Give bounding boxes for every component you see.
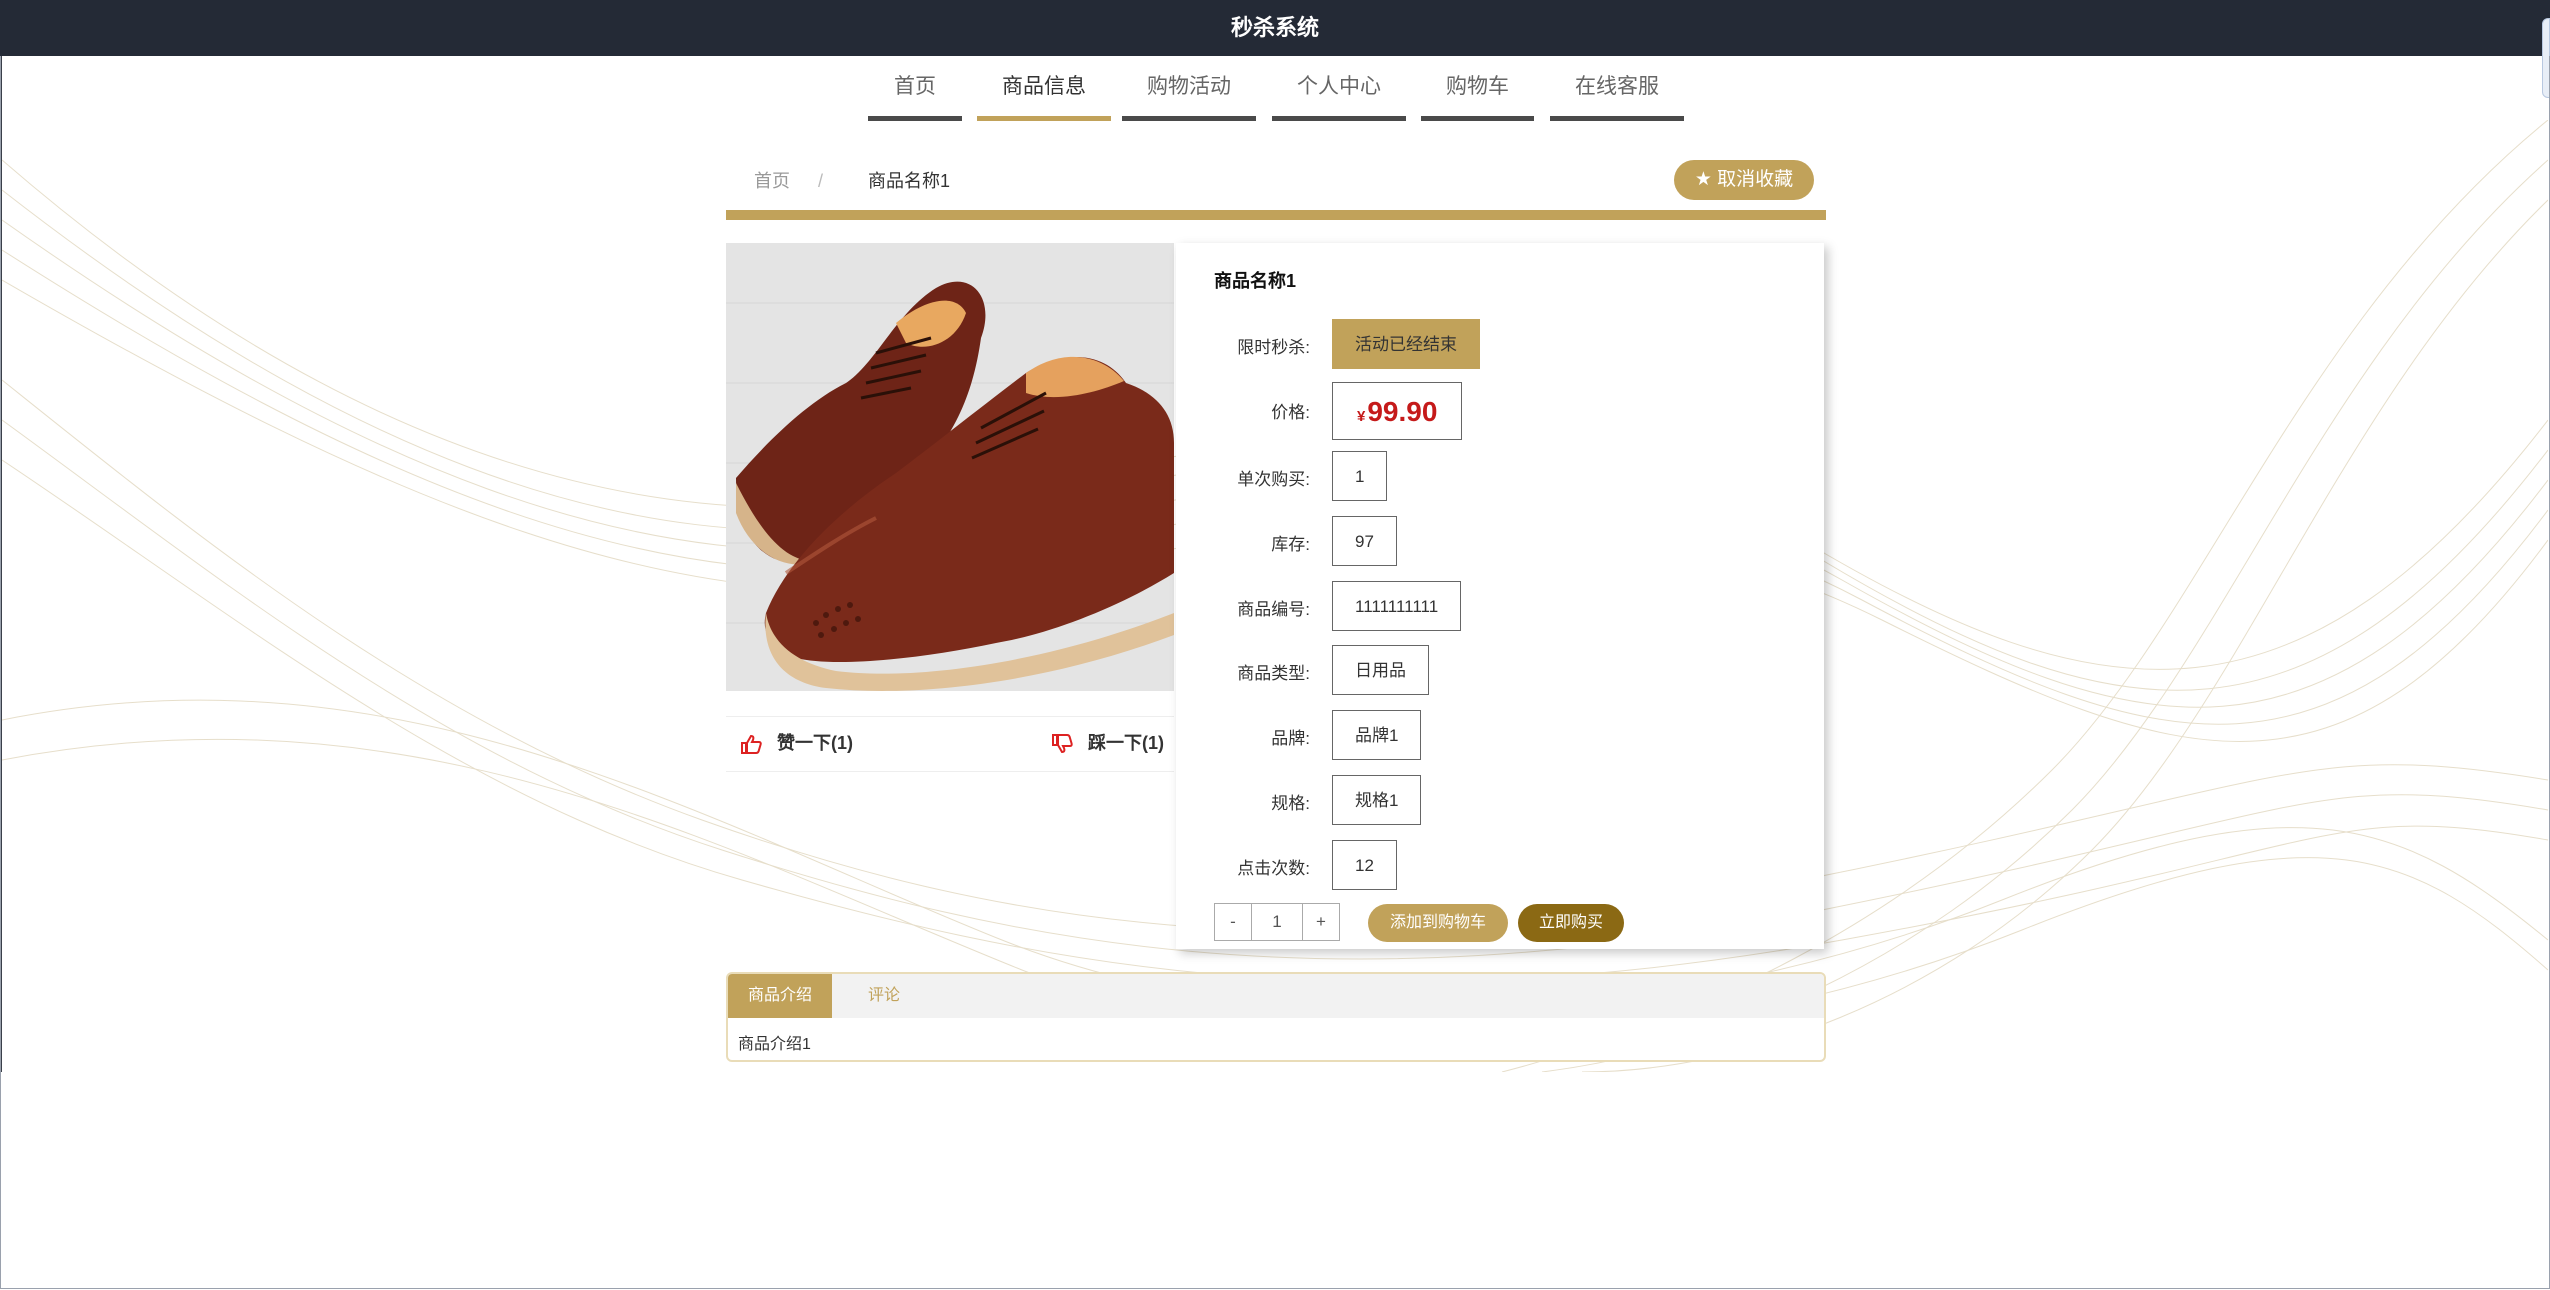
app-title: 秒杀系统	[1230, 15, 1319, 40]
nav-item-activities[interactable]: 购物活动	[1122, 62, 1256, 121]
brand-label: 品牌:	[1271, 729, 1310, 748]
tab-comments[interactable]: 评论	[832, 974, 936, 1018]
product-code-value: 1111111111	[1332, 581, 1462, 631]
breadcrumb-current: 商品名称1	[868, 171, 951, 191]
brand-value: 品牌1	[1332, 710, 1422, 760]
star-icon: ★	[1694, 169, 1712, 190]
price-value-box: ¥99.90	[1332, 382, 1463, 440]
quantity-increase-button[interactable]: +	[1303, 904, 1339, 940]
quantity-decrease-button[interactable]: -	[1215, 904, 1251, 940]
product-code-label: 商品编号:	[1237, 600, 1310, 619]
quantity-input[interactable]: 1	[1251, 904, 1303, 940]
nav-item-support[interactable]: 在线客服	[1550, 62, 1684, 121]
product-name: 商品名称1	[1214, 271, 1297, 291]
quantity-stepper: - 1 +	[1214, 903, 1340, 941]
nav-item-cart[interactable]: 购物车	[1421, 62, 1534, 121]
thumbs-up-icon	[741, 735, 762, 755]
product-type-label: 商品类型:	[1237, 664, 1310, 683]
thumbs-down-icon	[1052, 734, 1073, 754]
product-type-value: 日用品	[1332, 645, 1429, 695]
add-to-cart-button[interactable]: 添加到购物车	[1368, 904, 1508, 942]
vote-row: 赞一下(1) 踩一下(1)	[726, 716, 1174, 772]
dislike-button[interactable]: 踩一下(1)	[1051, 727, 1164, 759]
dislike-label: 踩一下(1)	[1088, 733, 1165, 753]
page-bottom-area	[0, 1072, 2550, 1290]
nav-item-profile[interactable]: 个人中心	[1272, 62, 1406, 121]
flash-sale-label: 限时秒杀:	[1237, 338, 1310, 357]
buy-now-button[interactable]: 立即购买	[1518, 904, 1624, 942]
main-nav: 首页 商品信息 购物活动 个人中心 购物车 在线客服	[0, 62, 2550, 121]
like-label: 赞一下(1)	[777, 733, 854, 753]
price-value: 99.90	[1367, 396, 1438, 427]
product-image	[726, 243, 1174, 691]
stock-label: 库存:	[1271, 535, 1310, 554]
unfavorite-button[interactable]: ★ 取消收藏	[1674, 160, 1814, 200]
breadcrumb-home[interactable]: 首页	[754, 162, 790, 200]
spec-value: 规格1	[1332, 775, 1422, 825]
unfavorite-label: 取消收藏	[1717, 169, 1794, 190]
price-label: 价格:	[1271, 403, 1310, 422]
currency-symbol: ¥	[1357, 408, 1366, 425]
nav-item-home[interactable]: 首页	[868, 62, 962, 121]
single-purchase-label: 单次购买:	[1237, 470, 1310, 489]
click-count-value: 12	[1332, 840, 1397, 890]
stock-value: 97	[1332, 516, 1397, 566]
frame-left-border	[0, 56, 2, 1074]
product-info-panel: 商品名称1 限时秒杀: 活动已经结束 价格: ¥99.90 单次购买: 1 库存…	[1176, 243, 1824, 949]
nav-item-products[interactable]: 商品信息	[977, 62, 1111, 121]
flash-sale-status: 活动已经结束	[1332, 319, 1480, 369]
tab-content: 商品介绍1	[738, 1036, 811, 1053]
detail-tabs: 商品介绍 评论 商品介绍1	[726, 972, 1826, 1062]
like-button[interactable]: 赞一下(1)	[740, 727, 853, 759]
spec-label: 规格:	[1271, 794, 1310, 813]
single-purchase-value: 1	[1332, 451, 1388, 501]
tab-product-intro[interactable]: 商品介绍	[728, 974, 832, 1018]
tab-header: 商品介绍 评论	[728, 974, 1824, 1018]
breadcrumb-separator: /	[818, 171, 824, 191]
section-divider	[726, 210, 1826, 220]
click-count-label: 点击次数:	[1237, 859, 1310, 878]
top-bar: 秒杀系统	[0, 0, 2550, 98]
